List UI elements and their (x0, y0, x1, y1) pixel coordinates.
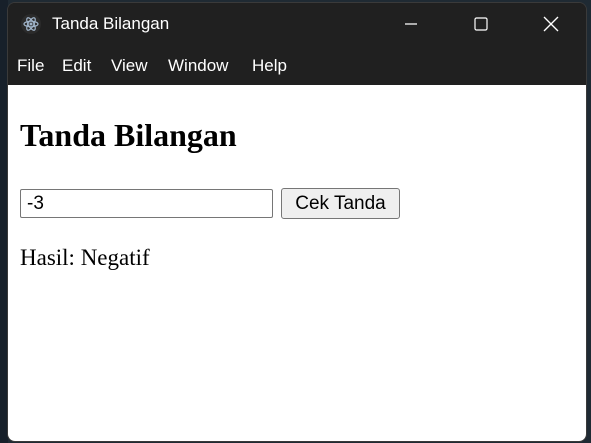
number-input[interactable] (20, 189, 273, 218)
minimize-button[interactable] (381, 3, 441, 45)
window-title: Tanda Bilangan (52, 14, 170, 33)
menu-view[interactable]: View (111, 55, 148, 77)
menu-file[interactable]: File (17, 55, 44, 77)
page-content: Tanda Bilangan Cek Tanda Hasil: Negatif (8, 85, 586, 441)
maximize-button[interactable] (451, 3, 511, 45)
menu-bar: File Edit View Window Help (8, 45, 586, 85)
menu-window[interactable]: Window (168, 55, 228, 77)
close-icon (543, 16, 559, 32)
minimize-icon (405, 23, 417, 25)
menu-edit[interactable]: Edit (62, 55, 91, 77)
title-bar[interactable]: Tanda Bilangan (8, 3, 586, 45)
close-button[interactable] (521, 3, 581, 45)
maximize-icon (474, 17, 488, 31)
check-sign-button[interactable]: Cek Tanda (281, 188, 400, 219)
menu-help[interactable]: Help (252, 55, 287, 77)
page-heading: Tanda Bilangan (20, 117, 237, 153)
electron-app-icon (21, 14, 41, 34)
app-window: Tanda Bilangan File Edit View Window Hel… (7, 2, 587, 442)
result-text: Hasil: Negatif (20, 245, 150, 270)
